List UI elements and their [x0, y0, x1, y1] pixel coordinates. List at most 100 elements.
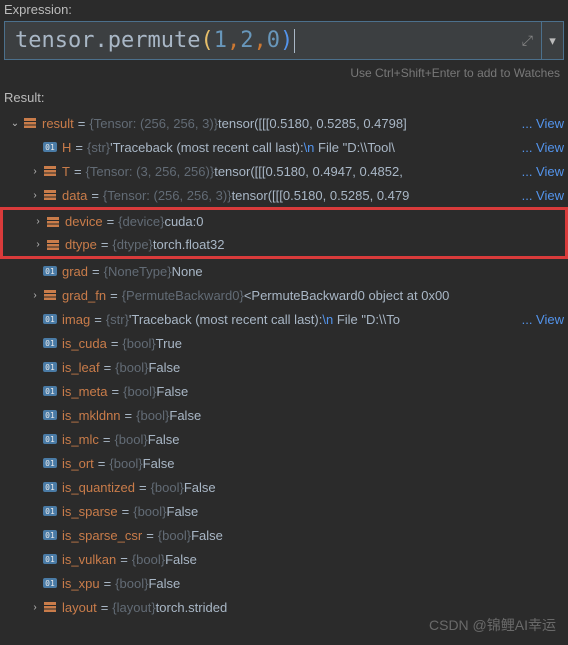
equals: = [104, 360, 112, 375]
type-hint: {str} [87, 140, 110, 155]
view-link[interactable]: ... View [514, 140, 564, 155]
tok-comma: , [227, 28, 240, 53]
tok-ident: tensor [15, 28, 94, 53]
object-icon [42, 287, 58, 303]
tree-row-H[interactable]: 01 H = {str} 'Traceback (most recent call… [0, 135, 568, 159]
var-name: layout [62, 600, 97, 615]
equals: = [75, 140, 83, 155]
value: tensor([[[0.5180, 0.4947, 0.4852, [214, 164, 403, 179]
chevron-right-icon[interactable]: › [31, 239, 45, 250]
tok-num: 1 [214, 28, 227, 53]
primitive-icon: 01 [42, 551, 58, 567]
var-name: is_mkldnn [62, 408, 121, 423]
primitive-icon: 01 [42, 311, 58, 327]
shortcut-hint: Use Ctrl+Shift+Enter to add to Watches [0, 64, 568, 88]
chevron-right-icon[interactable]: › [28, 290, 42, 301]
type-hint: {Tensor: (256, 256, 3)} [89, 116, 218, 131]
svg-text:01: 01 [45, 435, 55, 444]
svg-text:01: 01 [45, 363, 55, 372]
var-name: H [62, 140, 71, 155]
tree-row-is_cuda[interactable]: 01is_cuda = {bool} True [0, 331, 568, 355]
expression-input[interactable]: tensor.permute(1, 2, 0) ⤢ [4, 21, 542, 60]
type-hint: {bool} [132, 552, 165, 567]
value: tensor([[[0.5180, 0.5285, 0.479 [232, 188, 410, 203]
tree-row-imag[interactable]: 01imag = {str} 'Traceback (most recent c… [0, 307, 568, 331]
chevron-down-icon[interactable]: ⌄ [8, 118, 22, 129]
tree-row-is_ort[interactable]: 01is_ort = {bool} False [0, 451, 568, 475]
tok-num: 0 [267, 28, 280, 53]
object-icon [45, 214, 61, 230]
value: False [148, 432, 180, 447]
chevron-right-icon[interactable]: › [28, 166, 42, 177]
value: False [184, 480, 216, 495]
chevron-right-icon[interactable]: › [28, 190, 42, 201]
tree-row-data[interactable]: ›data = {Tensor: (256, 256, 3)} tensor([… [0, 183, 568, 207]
tree-row-is_sparse[interactable]: 01is_sparse = {bool} False [0, 499, 568, 523]
chevron-right-icon[interactable]: › [31, 216, 45, 227]
svg-text:01: 01 [45, 507, 55, 516]
type-hint: {bool} [158, 528, 191, 543]
equals: = [107, 214, 115, 229]
primitive-icon: 01 [42, 479, 58, 495]
primitive-icon: 01 [42, 335, 58, 351]
equals: = [94, 312, 102, 327]
tree-row-layout[interactable]: ›layout = {layout} torch.strided [0, 595, 568, 619]
tok-paren-open: ( [200, 28, 213, 53]
svg-text:01: 01 [45, 339, 55, 348]
equals: = [101, 600, 109, 615]
value: False [143, 456, 175, 471]
tree-row-is_vulkan[interactable]: 01is_vulkan = {bool} False [0, 547, 568, 571]
tree-row-is_xpu[interactable]: 01is_xpu = {bool} False [0, 571, 568, 595]
tree-row-is_sparse_csr[interactable]: 01is_sparse_csr = {bool} False [0, 523, 568, 547]
object-icon [45, 237, 61, 253]
tree-row-is_quantized[interactable]: 01is_quantized = {bool} False [0, 475, 568, 499]
primitive-icon: 01 [42, 139, 58, 155]
value: 'Traceback (most recent call last):\n Fi… [110, 140, 395, 155]
svg-text:01: 01 [45, 387, 55, 396]
primitive-icon: 01 [42, 455, 58, 471]
svg-text:01: 01 [45, 555, 55, 564]
var-name: is_vulkan [62, 552, 116, 567]
type-hint: {layout} [112, 600, 155, 615]
tree-row-grad[interactable]: 01grad = {NoneType} None [0, 259, 568, 283]
result-tree: ⌄result = {Tensor: (256, 256, 3)} tensor… [0, 109, 568, 621]
text-cursor [294, 29, 295, 53]
var-name: device [65, 214, 103, 229]
var-name: dtype [65, 237, 97, 252]
tok-method: permute [108, 28, 201, 53]
tree-row-grad_fn[interactable]: ›grad_fn = {PermuteBackward0} <PermuteBa… [0, 283, 568, 307]
view-link[interactable]: ... View [514, 188, 564, 203]
tree-row-result[interactable]: ⌄result = {Tensor: (256, 256, 3)} tensor… [0, 111, 568, 135]
var-name: is_ort [62, 456, 94, 471]
type-hint: {NoneType} [104, 264, 172, 279]
chevron-right-icon[interactable]: › [28, 602, 42, 613]
view-link[interactable]: ... View [514, 312, 564, 327]
var-name: is_mlc [62, 432, 99, 447]
type-hint: {dtype} [112, 237, 153, 252]
value: <PermuteBackward0 object at 0x00 [244, 288, 450, 303]
var-name: is_leaf [62, 360, 100, 375]
equals: = [104, 576, 112, 591]
tree-row-is_mkldnn[interactable]: 01is_mkldnn = {bool} False [0, 403, 568, 427]
value: None [172, 264, 203, 279]
type-hint: {bool} [151, 480, 184, 495]
tree-row-is_meta[interactable]: 01is_meta = {bool} False [0, 379, 568, 403]
view-link[interactable]: ... View [514, 164, 564, 179]
equals: = [139, 480, 147, 495]
tree-row-is_leaf[interactable]: 01is_leaf = {bool} False [0, 355, 568, 379]
tree-row-is_mlc[interactable]: 01is_mlc = {bool} False [0, 427, 568, 451]
history-dropdown-button[interactable]: ▾ [542, 21, 564, 60]
tree-row-dtype[interactable]: ›dtype = {dtype} torch.float32 [0, 233, 568, 259]
tree-row-device[interactable]: ›device = {device} cuda:0 [0, 207, 568, 233]
var-name: is_sparse [62, 504, 118, 519]
equals: = [120, 552, 128, 567]
type-hint: {bool} [109, 456, 142, 471]
expand-icon[interactable]: ⤢ [522, 33, 533, 49]
view-link[interactable]: ... View [514, 116, 564, 131]
tree-row-T[interactable]: ›T = {Tensor: (3, 256, 256)} tensor([[[0… [0, 159, 568, 183]
equals: = [92, 264, 100, 279]
equals: = [111, 336, 119, 351]
chevron-down-icon: ▾ [549, 33, 556, 49]
primitive-icon: 01 [42, 431, 58, 447]
var-name: is_xpu [62, 576, 100, 591]
